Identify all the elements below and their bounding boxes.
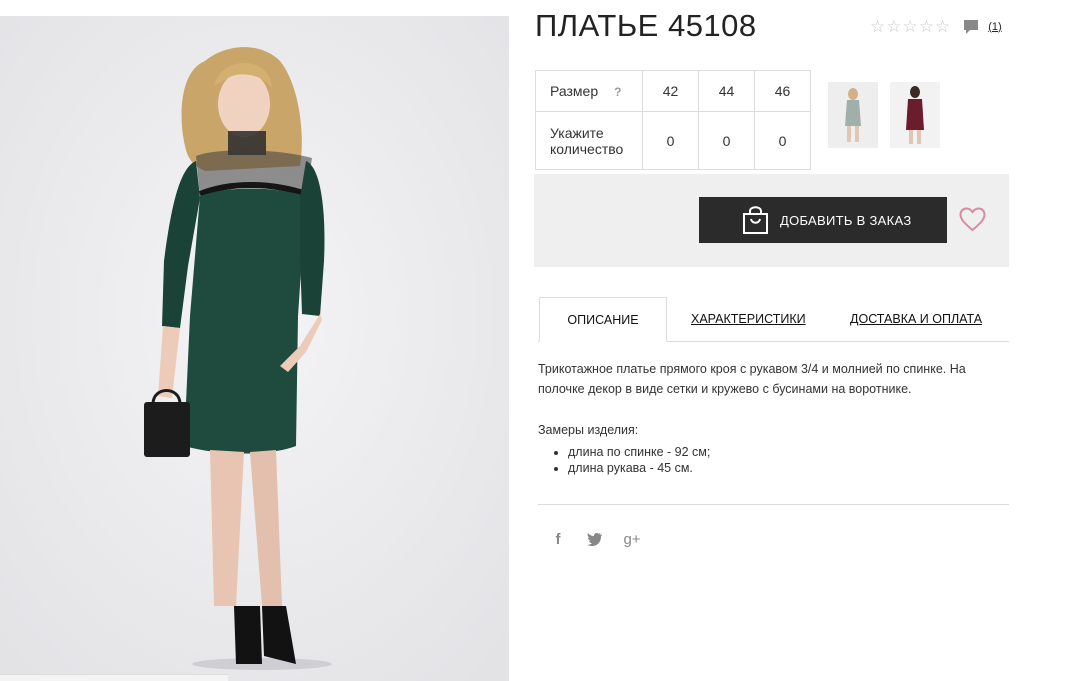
tab-description[interactable]: ОПИСАНИЕ (539, 297, 667, 342)
rating-widget[interactable]: ☆ ☆ ☆ ☆ ☆ (1) (870, 18, 1002, 35)
image-caption-strip (0, 674, 228, 681)
list-item: длина по спинке - 92 см; (568, 444, 710, 460)
shopping-bag-icon (743, 206, 768, 234)
measurements-title: Замеры изделия: (538, 423, 639, 437)
quantity-label: Укажите количество (535, 111, 643, 170)
star-icon[interactable]: ☆ (886, 18, 901, 35)
size-help-icon[interactable]: ? (614, 85, 621, 99)
star-icon[interactable]: ☆ (919, 18, 934, 35)
star-icon[interactable]: ☆ (870, 18, 885, 35)
twitter-icon[interactable] (586, 530, 604, 548)
product-title: ПЛАТЬЕ 45108 (535, 8, 757, 43)
size-option-42[interactable]: 42 (642, 70, 699, 112)
google-plus-icon[interactable]: g+ (623, 530, 641, 548)
size-option-46[interactable]: 46 (754, 70, 811, 112)
quantity-input-42[interactable]: 0 (642, 111, 699, 170)
product-tabs: ОПИСАНИЕ ХАРАКТЕРИСТИКИ ДОСТАВКА И ОПЛАТ… (538, 297, 1009, 342)
size-option-44[interactable]: 44 (698, 70, 755, 112)
variant-thumb-burgundy[interactable] (890, 82, 940, 148)
product-main-image[interactable] (0, 16, 509, 681)
tab-characteristics[interactable]: ХАРАКТЕРИСТИКИ (691, 297, 806, 341)
wishlist-heart-icon[interactable] (959, 207, 986, 232)
variant-thumb-green[interactable] (828, 82, 878, 148)
list-item: длина рукава - 45 см. (568, 460, 710, 476)
product-description: Трикотажное платье прямого кроя с рукаво… (538, 362, 966, 396)
quantity-input-44[interactable]: 0 (698, 111, 755, 170)
measurements-list: длина по спинке - 92 см; длина рукава - … (552, 444, 710, 476)
star-icon[interactable]: ☆ (903, 18, 918, 35)
quantity-input-46[interactable]: 0 (754, 111, 811, 170)
add-to-order-button[interactable]: ДОБАВИТЬ В ЗАКАЗ (699, 197, 947, 243)
size-label: Размер (550, 83, 599, 99)
review-count-link[interactable]: (1) (988, 21, 1001, 33)
comment-icon[interactable] (963, 19, 979, 35)
star-icon[interactable]: ☆ (935, 18, 950, 35)
add-to-order-label: ДОБАВИТЬ В ЗАКАЗ (780, 212, 912, 228)
size-label-cell: Размер? (535, 70, 643, 112)
divider (538, 504, 1009, 505)
order-panel: ДОБАВИТЬ В ЗАКАЗ (534, 174, 1009, 267)
facebook-icon[interactable]: f (549, 530, 567, 548)
tab-delivery-payment[interactable]: ДОСТАВКА И ОПЛАТА (850, 297, 982, 341)
size-table: Размер? 42 44 46 Укажите количество 0 0 … (535, 70, 811, 170)
